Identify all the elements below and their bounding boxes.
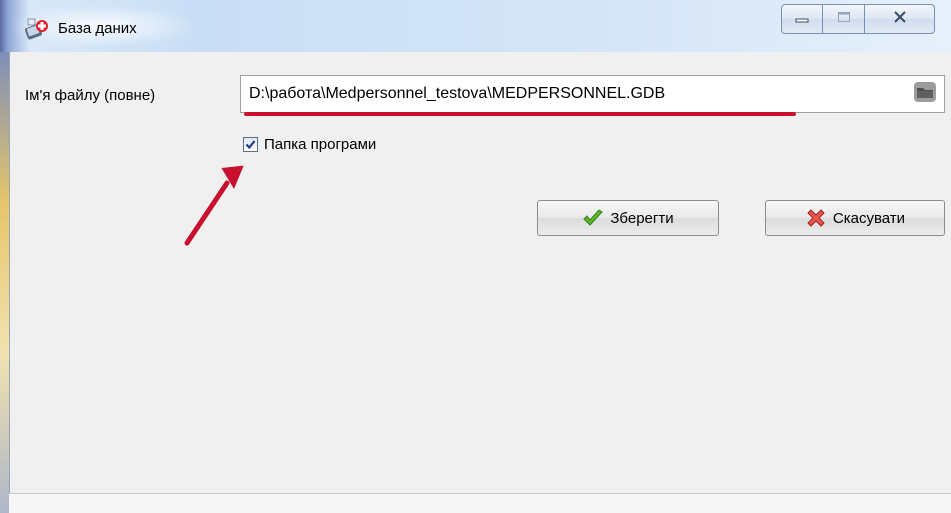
- dialog-window: База даних Ім'я файлу (повне) D:\работа\…: [0, 0, 951, 513]
- maximize-button[interactable]: [823, 4, 865, 34]
- path-underline-annotation: [244, 112, 796, 116]
- close-icon: [893, 10, 907, 28]
- database-medical-icon[interactable]: [24, 17, 49, 41]
- program-folder-checkbox[interactable]: [243, 136, 258, 152]
- file-name-label: Ім'я файлу (повне): [25, 87, 156, 104]
- cross-icon: [805, 208, 827, 228]
- title-bar[interactable]: База даних: [0, 0, 951, 53]
- folder-icon: [913, 81, 937, 108]
- save-button-label: Зберегти: [610, 209, 674, 227]
- cancel-button[interactable]: Скасувати: [765, 200, 945, 236]
- red-arrow-annotation: [184, 165, 244, 246]
- save-button[interactable]: Зберегти: [537, 200, 719, 236]
- dialog-body: [9, 52, 951, 513]
- window-controls: [781, 4, 941, 40]
- dialog-bottom-edge: [9, 493, 951, 513]
- program-folder-option[interactable]: Папка програми: [243, 133, 376, 155]
- window-title: База даних: [58, 20, 137, 37]
- minimize-icon: [795, 10, 809, 28]
- program-folder-label: Папка програми: [264, 135, 377, 153]
- maximize-icon: [837, 10, 851, 28]
- browse-button[interactable]: [910, 79, 940, 109]
- cancel-button-label: Скасувати: [832, 209, 906, 227]
- minimize-button[interactable]: [781, 4, 823, 34]
- checkmark-icon: [245, 139, 256, 149]
- close-button[interactable]: [865, 4, 935, 34]
- background-window-strip: [0, 52, 9, 513]
- check-icon: [582, 208, 604, 228]
- file-path-input[interactable]: [240, 75, 945, 113]
